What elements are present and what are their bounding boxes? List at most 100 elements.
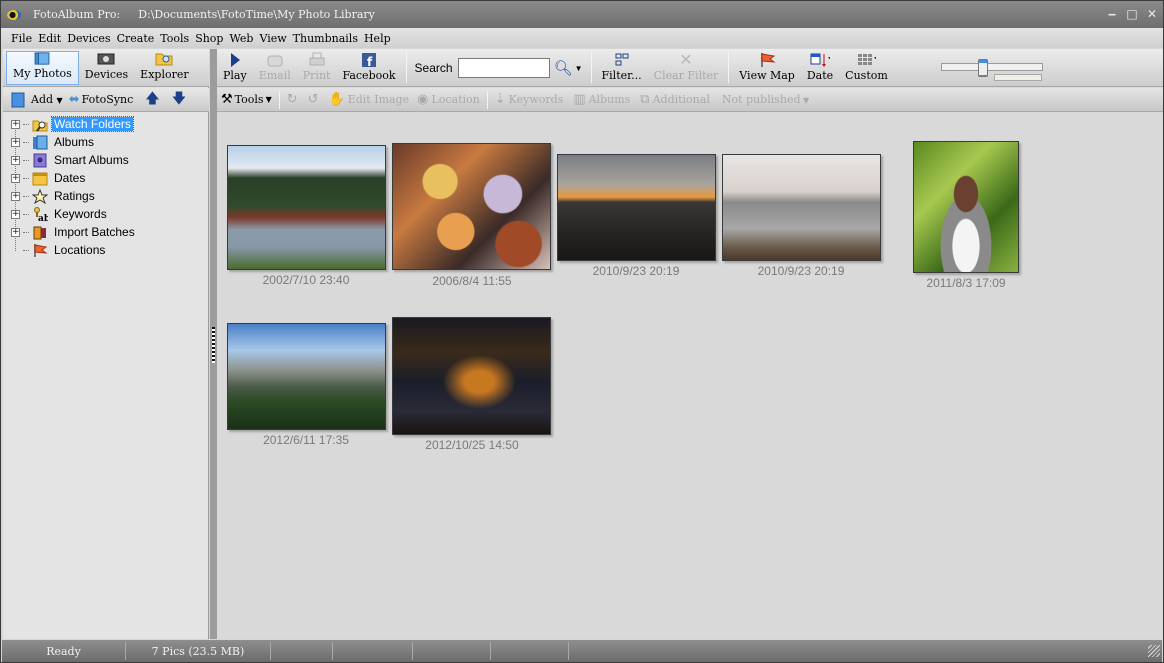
search-input[interactable] <box>457 58 550 78</box>
close-button[interactable]: ✕ <box>1145 7 1159 21</box>
expand-icon[interactable]: + <box>11 191 20 201</box>
devices-button[interactable]: Devices <box>79 51 134 85</box>
sort-date-button[interactable]: Date <box>801 50 839 86</box>
photo-thumbnail[interactable] <box>722 154 881 261</box>
keywords-button[interactable]: ⇣ Keywords <box>495 92 564 107</box>
expand-icon[interactable]: + <box>11 119 20 129</box>
search-dropdown-icon[interactable]: ▼ <box>575 64 583 73</box>
expand-icon[interactable]: + <box>11 209 20 219</box>
custom-view-button[interactable]: Custom <box>839 50 894 86</box>
rotate-right-icon[interactable]: ↻ <box>287 92 298 107</box>
menu-file[interactable]: File <box>11 32 32 45</box>
play-button[interactable]: Play <box>217 50 253 86</box>
move-up-button[interactable]: 🡅 <box>145 88 159 112</box>
rotate-left-icon[interactable]: ↺ <box>308 92 319 107</box>
printer-icon <box>307 51 327 68</box>
view-map-label: View Map <box>739 69 795 82</box>
slider-handle[interactable] <box>978 59 988 77</box>
photo-thumbnail[interactable] <box>227 145 386 270</box>
add-button[interactable]: Add ▼ <box>31 93 63 106</box>
menu-create[interactable]: Create <box>117 32 155 45</box>
menu-devices[interactable]: Devices <box>67 32 110 45</box>
tree-label: Dates <box>54 171 86 185</box>
publish-status-dropdown[interactable]: Not published ▼ <box>722 93 809 106</box>
add-label: Add <box>31 93 54 106</box>
splitter-grip-icon[interactable] <box>212 327 215 363</box>
filter-label: Filter... <box>601 69 642 82</box>
play-label: Play <box>223 69 247 82</box>
thumbnail-size-slider[interactable] <box>941 59 1043 77</box>
tree-item-watch-folders[interactable]: + Watch Folders <box>3 115 209 133</box>
smart-album-icon <box>31 152 48 168</box>
sort-keywords-icon: ⇣ <box>494 92 506 107</box>
photo-thumbnail[interactable] <box>913 141 1019 273</box>
albums-icon: ▥ <box>573 92 586 107</box>
email-button[interactable]: Email <box>253 50 297 86</box>
tree-label: Ratings <box>54 189 95 203</box>
tree-item-keywords[interactable]: + ab Keywords <box>3 205 209 223</box>
menu-edit[interactable]: Edit <box>38 32 61 45</box>
tree-item-locations[interactable]: Locations <box>3 241 209 259</box>
menu-shop[interactable]: Shop <box>195 32 223 45</box>
clear-filter-label: Clear Filter <box>653 69 719 82</box>
photo-thumbnail[interactable] <box>227 323 386 430</box>
edit-image-button[interactable]: ✋ Edit Image <box>329 92 410 107</box>
dropdown-arrow-icon: ▼ <box>56 96 63 105</box>
tree-item-ratings[interactable]: + Ratings <box>3 187 209 205</box>
view-map-button[interactable]: View Map <box>733 50 801 86</box>
photo-thumbnail[interactable] <box>557 154 716 261</box>
app-logo-icon <box>7 8 25 22</box>
menu-tools[interactable]: Tools <box>160 32 189 45</box>
photo-date: 2012/6/11 17:35 <box>263 433 349 447</box>
tools-button[interactable]: ⚒ Tools ▼ <box>221 92 272 107</box>
albums-label: Albums <box>588 93 631 106</box>
resize-grip-icon[interactable] <box>1148 645 1160 657</box>
expand-icon[interactable]: + <box>11 227 20 237</box>
move-down-button[interactable]: 🡇 <box>172 88 186 112</box>
sync-arrows-icon: ⬌ <box>68 92 80 107</box>
filter-button[interactable]: Filter... <box>596 50 648 86</box>
tree-item-smart-albums[interactable]: + Smart Albums <box>3 151 209 169</box>
title-bar: FotoAlbum Pro: D:\Documents\FotoTime\My … <box>1 1 1163 28</box>
panel-splitter[interactable] <box>210 49 217 639</box>
expand-icon[interactable]: + <box>11 155 20 165</box>
date-label: Date <box>806 69 834 82</box>
additional-button[interactable]: ⧉ Additional <box>640 92 710 107</box>
minimize-button[interactable]: ‒ <box>1105 7 1119 21</box>
menu-thumbnails[interactable]: Thumbnails <box>293 32 358 45</box>
expand-icon[interactable]: + <box>11 137 20 147</box>
photo-thumbnail[interactable] <box>392 317 551 435</box>
location-button[interactable]: ◉ Location <box>417 92 480 107</box>
explorer-button[interactable]: Explorer <box>134 51 194 85</box>
menu-view[interactable]: View <box>259 32 286 45</box>
maximize-button[interactable]: □ <box>1125 7 1139 21</box>
toolbar-separator <box>590 51 592 83</box>
albums-button[interactable]: ▥ Albums <box>573 92 630 107</box>
my-photos-button[interactable]: My Photos <box>6 51 79 85</box>
my-photos-icon <box>35 52 50 65</box>
menu-help[interactable]: Help <box>364 32 391 45</box>
tree-item-import-batches[interactable]: + Import Batches <box>3 223 209 241</box>
facebook-button[interactable]: f Facebook <box>336 50 401 86</box>
app-name: FotoAlbum Pro: <box>33 8 121 21</box>
flag-icon <box>31 242 48 258</box>
tools-label: Tools <box>234 93 264 106</box>
expand-icon[interactable]: + <box>11 173 20 183</box>
tree-label: Watch Folders <box>51 116 134 132</box>
fotosync-button[interactable]: ⬌ FotoSync <box>69 92 134 107</box>
thumbnail-size-readout <box>994 74 1042 81</box>
photo-thumbnail[interactable] <box>392 143 551 270</box>
tree-label: Keywords <box>54 207 107 221</box>
fotosync-label: FotoSync <box>81 93 134 106</box>
folder-search-icon <box>155 53 173 66</box>
status-cell <box>333 642 413 660</box>
tree-item-dates[interactable]: + Dates <box>3 169 209 187</box>
clear-filter-button[interactable]: ✕ Clear Filter <box>648 50 725 86</box>
photo-browser: Play Email Print f Facebook Search 🔍︎ ▼ <box>217 49 1163 639</box>
tree-item-albums[interactable]: + Albums <box>3 133 209 151</box>
menu-web[interactable]: Web <box>229 32 253 45</box>
print-button[interactable]: Print <box>297 50 337 86</box>
photo-date: 2011/8/3 17:09 <box>926 276 1006 290</box>
search-zoom-icon[interactable]: 🔍︎ <box>554 59 573 77</box>
star-icon <box>31 188 48 204</box>
